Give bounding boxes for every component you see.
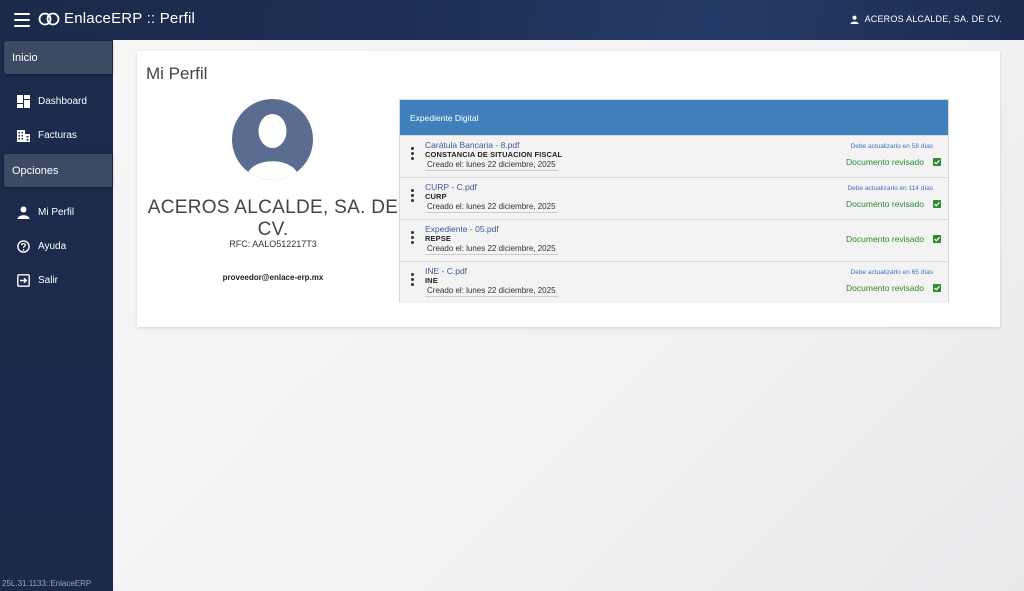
document-link[interactable]: Expediente - 05.pdf [425,224,499,234]
panel-header: Expediente Digital [400,100,948,135]
document-status: Documento revisado [846,157,924,167]
document-created: Creado el: lunes 22 diciembre, 2025 [425,202,558,213]
checkbox-checked-icon [933,200,941,208]
expediente-panel: Expediente Digital Carátula Bancaria - 8… [399,99,949,303]
email-label: proveedor@enlace-erp.mx [222,273,324,282]
sidebar-item-label: Facturas [38,129,77,141]
brand[interactable]: EnlaceERP :: Perfil [38,10,195,27]
more-vert-icon[interactable] [411,147,415,162]
building-icon [17,129,30,142]
dashboard-icon [17,94,30,108]
document-type: INE [425,276,438,285]
app-title: EnlaceERP :: Perfil [64,10,196,27]
document-row: INE - C.pdf INE Creado el: lunes 22 dici… [400,261,948,303]
profile-card: Mi Perfil ACEROS ALCALDE, SA. DE CV. RFC… [137,51,1000,327]
top-bar: EnlaceERP :: Perfil ACEROS ALCALDE, SA. … [0,0,1024,40]
checkbox-checked-icon [933,158,941,166]
checkbox-checked-icon [933,235,941,243]
document-created: Creado el: lunes 22 diciembre, 2025 [425,244,558,255]
more-vert-icon[interactable] [411,273,415,288]
sidebar-section-inicio[interactable]: Inicio [4,41,112,74]
sidebar-item-dashboard[interactable]: Dashboard [0,84,113,118]
sidebar-item-ayuda[interactable]: Ayuda [0,229,113,263]
rfc-label: RFC: AALO512217T3 [229,239,317,249]
document-type: CURP [425,192,447,201]
user-menu[interactable]: ACEROS ALCALDE, SA. DE CV. [850,14,1002,24]
document-created: Creado el: lunes 22 diciembre, 2025 [425,286,558,297]
document-type: REPSE [425,234,451,243]
help-icon [17,239,30,253]
document-link[interactable]: Carátula Bancaria - 8.pdf [425,140,520,150]
document-row: Carátula Bancaria - 8.pdf CONSTANCIA DE … [400,135,948,177]
more-vert-icon[interactable] [411,189,415,204]
enlace-logo-icon [38,12,60,25]
sidebar-section-label: Opciones [12,164,59,177]
document-type: CONSTANCIA DE SITUACION FISCAL [425,150,563,159]
document-row: CURP - C.pdf CURP Creado el: lunes 22 di… [400,177,948,219]
document-link[interactable]: CURP - C.pdf [425,182,477,192]
document-status: Documento revisado [846,199,924,209]
sidebar-item-facturas[interactable]: Facturas [0,118,113,152]
document-due: Debe actualizarlo en 114 días [847,185,933,192]
sidebar-item-label: Ayuda [38,240,67,252]
document-status: Documento revisado [846,234,924,244]
document-link[interactable]: INE - C.pdf [425,266,467,276]
sidebar-item-label: Salir [38,274,59,286]
version-label: 25L.31.1133::EnlaceERP [2,579,92,588]
logout-icon [17,273,30,287]
person-icon [850,15,859,24]
sidebar-section-opciones[interactable]: Opciones [4,154,112,187]
sidebar: Inicio Dashboard Facturas Opciones Mi Pe… [0,40,113,591]
page-title: Mi Perfil [146,64,208,83]
sidebar-item-mi-perfil[interactable]: Mi Perfil [0,195,113,229]
company-name: ACEROS ALCALDE, SA. DE CV. [147,197,399,240]
document-status: Documento revisado [846,283,924,293]
document-row: Expediente - 05.pdf REPSE Creado el: lun… [400,219,948,261]
user-name: ACEROS ALCALDE, SA. DE CV. [864,14,1002,24]
checkbox-checked-icon [933,284,941,292]
document-due: Debe actualizarlo en 58 días [850,143,933,150]
avatar [232,99,313,180]
document-created: Creado el: lunes 22 diciembre, 2025 [425,160,558,171]
sidebar-item-salir[interactable]: Salir [0,263,113,297]
avatar-person-icon [246,114,299,180]
sidebar-item-label: Mi Perfil [38,206,75,218]
menu-icon[interactable] [14,13,30,27]
more-vert-icon[interactable] [411,231,415,246]
document-due: Debe actualizarlo en 65 días [850,269,933,276]
sidebar-section-label: Inicio [12,51,38,64]
sidebar-item-label: Dashboard [38,95,87,107]
person-icon [17,206,30,219]
